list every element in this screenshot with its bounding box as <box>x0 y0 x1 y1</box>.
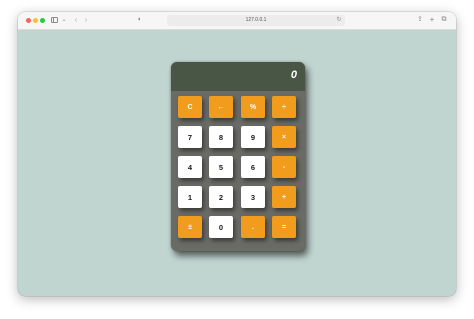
digit-6-button[interactable]: 6 <box>241 156 265 178</box>
equals-button[interactable]: = <box>272 216 296 238</box>
calculator: 0 C ← % ÷ 7 8 9 × 4 5 6 - 1 2 3 + ± 0 . … <box>171 62 305 251</box>
clear-button[interactable]: C <box>178 96 202 118</box>
multiply-button[interactable]: × <box>272 126 296 148</box>
share-icon[interactable]: ⇪ <box>416 14 424 26</box>
back-arrow-icon[interactable]: ‹ <box>72 14 80 26</box>
backspace-button[interactable]: ← <box>209 96 233 118</box>
reload-icon[interactable]: ↻ <box>336 15 342 27</box>
chevron-down-icon[interactable]: ⌄ <box>61 14 67 26</box>
digit-9-button[interactable]: 9 <box>241 126 265 148</box>
maximize-window-button[interactable] <box>40 18 45 23</box>
minimize-window-button[interactable] <box>33 18 38 23</box>
forward-arrow-icon[interactable]: › <box>82 14 90 26</box>
percent-button[interactable]: % <box>241 96 265 118</box>
browser-window: ⌄ ‹ › ◐ 127.0.0.1 ↻ ⇪ + ⧉ 0 C ← % ÷ 7 8 … <box>18 12 456 296</box>
decimal-button[interactable]: . <box>241 216 265 238</box>
add-button[interactable]: + <box>272 186 296 208</box>
toggle-sign-button[interactable]: ± <box>178 216 202 238</box>
address-bar[interactable]: 127.0.0.1 ↻ <box>167 15 345 26</box>
digit-2-button[interactable]: 2 <box>209 186 233 208</box>
calculator-display: 0 <box>171 62 305 91</box>
close-window-button[interactable] <box>26 18 31 23</box>
display-value: 0 <box>290 69 297 81</box>
digit-1-button[interactable]: 1 <box>178 186 202 208</box>
digit-7-button[interactable]: 7 <box>178 126 202 148</box>
divide-button[interactable]: ÷ <box>272 96 296 118</box>
tab-overview-icon[interactable]: ⧉ <box>440 14 448 26</box>
browser-toolbar: ⌄ ‹ › ◐ 127.0.0.1 ↻ ⇪ + ⧉ <box>18 12 456 30</box>
digit-4-button[interactable]: 4 <box>178 156 202 178</box>
digit-5-button[interactable]: 5 <box>209 156 233 178</box>
digit-8-button[interactable]: 8 <box>209 126 233 148</box>
digit-0-button[interactable]: 0 <box>209 216 233 238</box>
privacy-shield-icon[interactable]: ◐ <box>136 14 144 26</box>
digit-3-button[interactable]: 3 <box>241 186 265 208</box>
new-tab-icon[interactable]: + <box>428 14 436 26</box>
address-text: 127.0.0.1 <box>245 17 267 23</box>
sidebar-toggle-icon[interactable] <box>51 17 58 23</box>
subtract-button[interactable]: - <box>272 156 296 178</box>
